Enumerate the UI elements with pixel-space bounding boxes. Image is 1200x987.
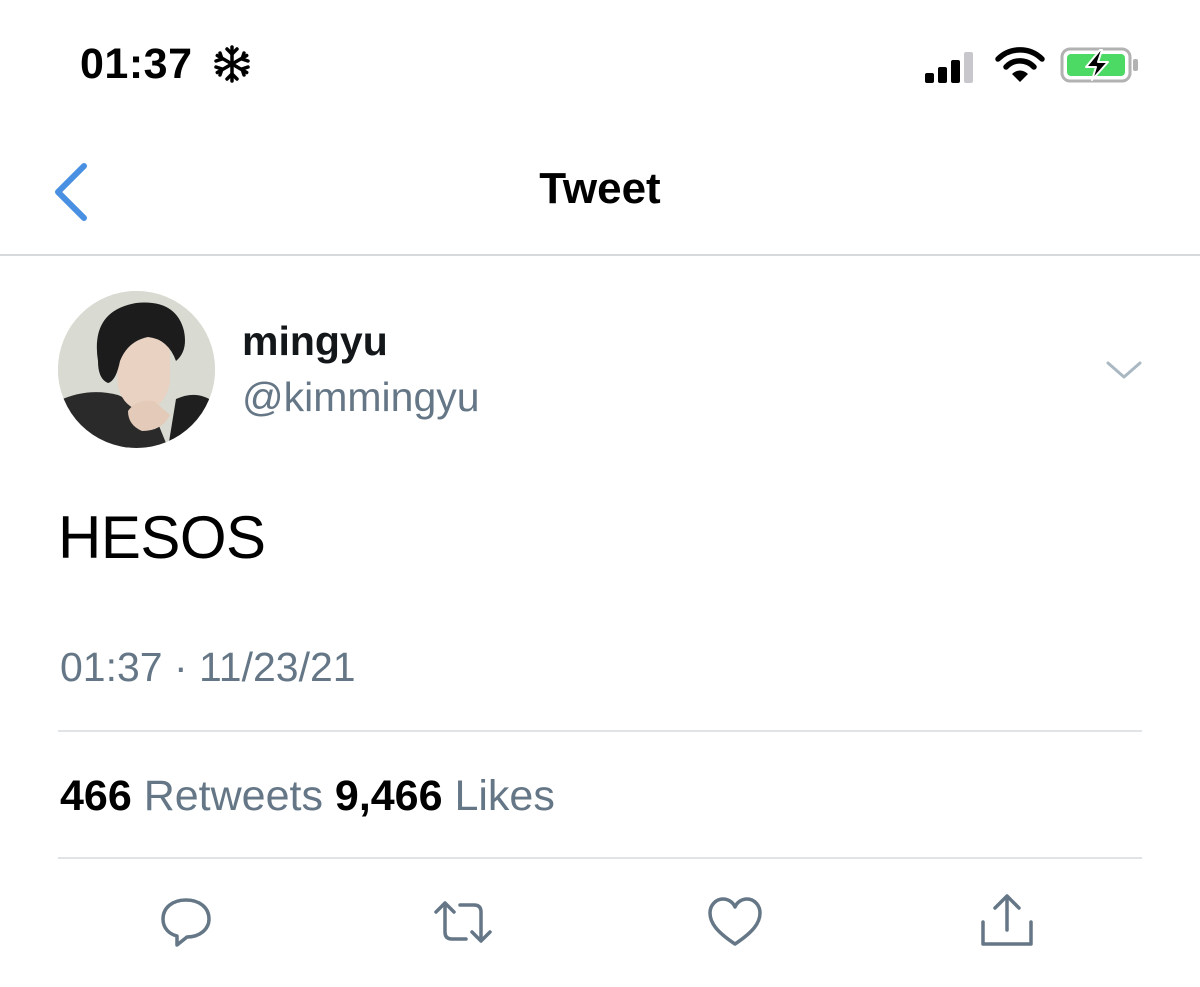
likes-count: 9,466 [334,772,443,820]
like-button[interactable] [705,892,765,952]
share-icon [981,894,1033,946]
wifi-icon [995,47,1045,82]
reply-icon [161,898,211,947]
cellular-signal-icon [925,52,973,83]
tweet-text: HESOS [58,504,266,571]
reply-button[interactable] [156,892,216,952]
avatar-photo [58,291,215,448]
chevron-down-icon[interactable] [1104,355,1144,385]
retweet-icon [434,901,492,943]
status-time: 01:37 [80,40,193,88]
share-button[interactable] [977,892,1037,952]
retweets-label: Retweets [143,772,323,820]
page-title: Tweet [539,164,661,213]
user-handle[interactable]: @kimmingyu [242,374,480,421]
divider [58,730,1142,732]
nav-divider [0,254,1200,256]
tweet-detail-screen: 01:37 Tweet mingyu @kimmingyu HESOS 01:3… [0,0,1200,987]
display-name[interactable]: mingyu [242,318,388,365]
tweet-timestamp: 01:37 · 11/23/21 [60,644,356,690]
tweet-stats: 466 Retweets 9,466 Likes [60,772,555,821]
retweets-stat[interactable]: 466 Retweets [60,772,323,820]
retweet-button[interactable] [433,892,493,952]
like-icon [708,897,762,946]
retweets-count: 466 [60,772,132,820]
avatar[interactable] [58,291,215,448]
battery-charging-icon [1060,47,1138,83]
likes-label: Likes [454,772,555,820]
snowflake-icon [214,45,250,83]
likes-stat[interactable]: 9,466 Likes [335,772,555,820]
divider [58,857,1142,859]
